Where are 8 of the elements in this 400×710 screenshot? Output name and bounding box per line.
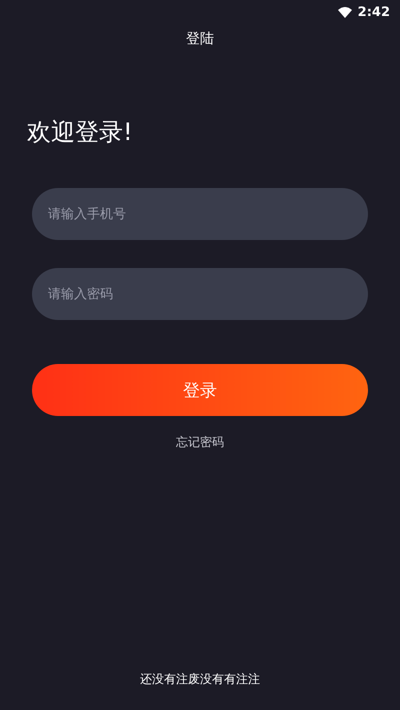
welcome-heading: 欢迎登录! bbox=[27, 117, 133, 148]
forgot-password-link[interactable]: 忘记密码 bbox=[176, 434, 224, 451]
wifi-icon bbox=[338, 6, 352, 18]
page-title: 登陆 bbox=[186, 30, 214, 49]
register-prompt: 还没有注废没有有注注 bbox=[140, 671, 260, 688]
password-field[interactable]: 请输入密码 bbox=[32, 268, 368, 320]
status-time: 2:42 bbox=[358, 4, 390, 20]
phone-field[interactable]: 请输入手机号 bbox=[32, 188, 368, 240]
